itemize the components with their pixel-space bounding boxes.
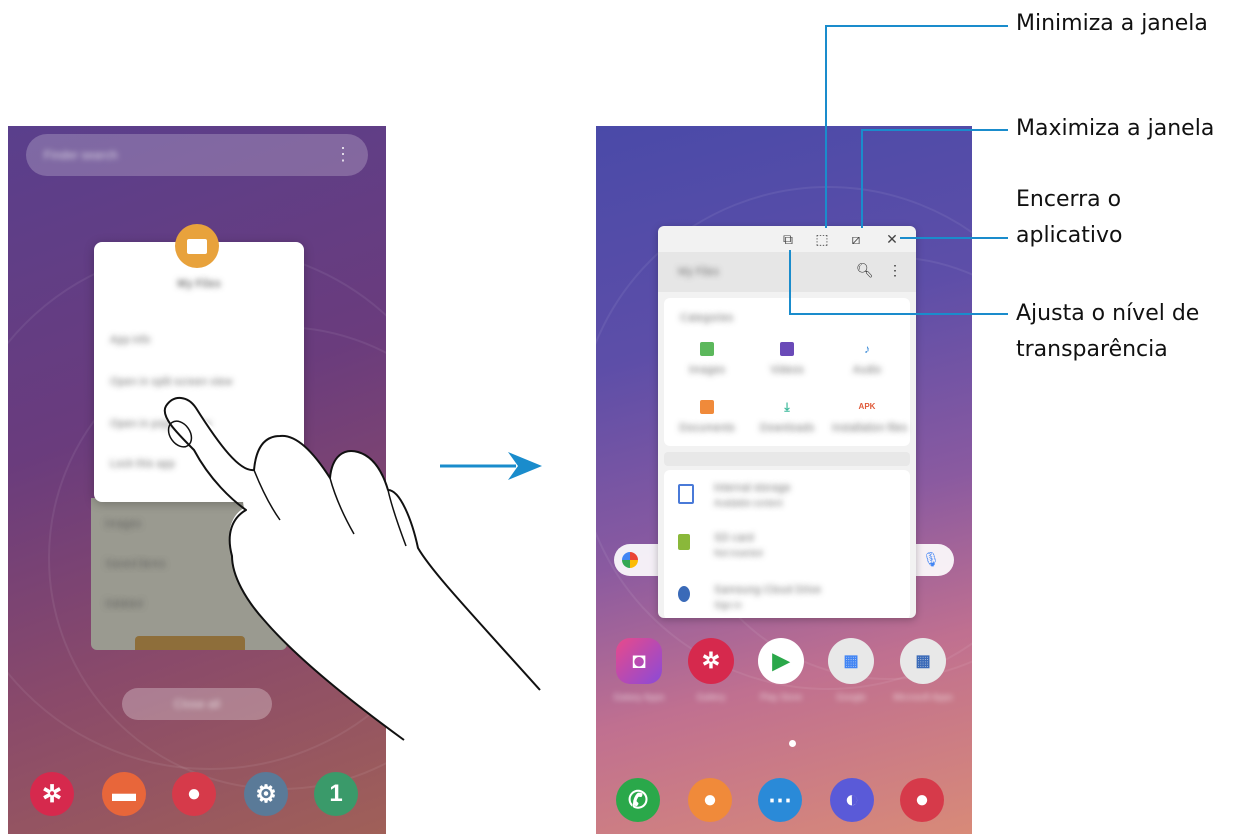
callout-line-transparency: [789, 250, 1008, 315]
callout-line-minimize: [825, 25, 1008, 228]
callout-minimize: Minimiza a janela: [1016, 11, 1208, 36]
callout-close-line2: aplicativo: [1016, 223, 1123, 248]
callout-line-maximize: [861, 129, 1008, 228]
callout-transparency-line1: Ajusta o nível de: [1016, 301, 1200, 326]
callout-close-line1: Encerra o: [1016, 187, 1122, 212]
callout-transparency-line2: transparência: [1016, 337, 1168, 362]
callout-maximize: Maximiza a janela: [1016, 116, 1215, 141]
